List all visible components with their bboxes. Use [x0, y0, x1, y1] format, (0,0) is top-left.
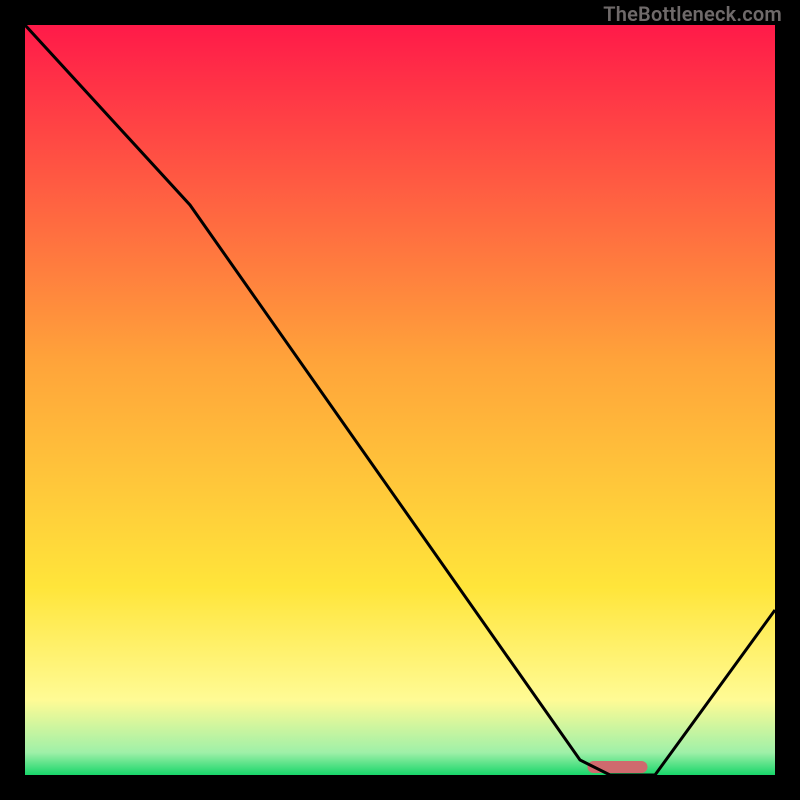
- gradient-background: [25, 25, 775, 775]
- watermark-label: TheBottleneck.com: [603, 4, 782, 24]
- plot-area: [25, 25, 775, 775]
- chart-container: TheBottleneck.com: [0, 0, 800, 800]
- bottleneck-chart: [25, 25, 775, 775]
